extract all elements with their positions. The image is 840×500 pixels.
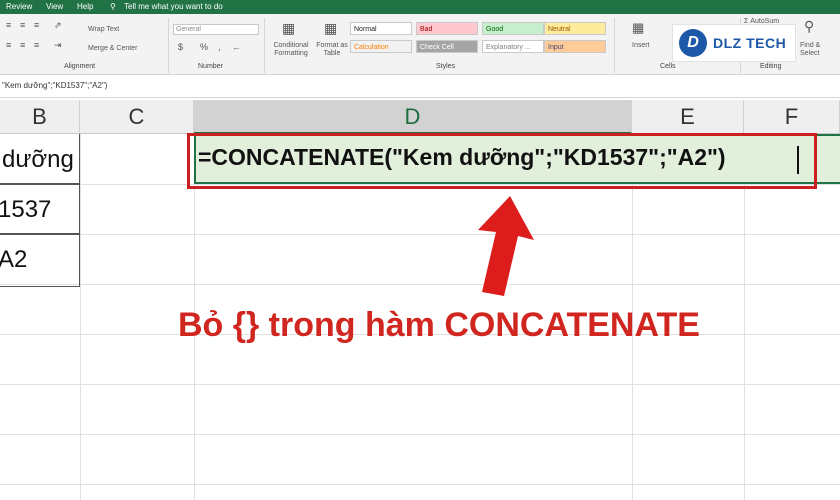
conditional-formatting-button[interactable]: Conditional Formatting [270, 42, 312, 58]
logo-text: DLZ TECH [713, 35, 787, 51]
align-right-icon[interactable]: ≡ [34, 40, 39, 50]
group-separator [168, 18, 169, 73]
group-separator [614, 18, 615, 73]
lightbulb-icon: ⚲ [110, 2, 116, 11]
grid-row-line [0, 434, 840, 435]
grid-row-line [0, 484, 840, 485]
styles-group-label: Styles [436, 63, 456, 70]
menu-help[interactable]: Help [77, 2, 93, 11]
highlight-box [187, 133, 817, 189]
cell-style-check-cell[interactable]: Check Cell [416, 40, 478, 53]
group-separator [264, 18, 265, 73]
cell-style-normal[interactable]: Normal [350, 22, 412, 35]
insert-cells-button[interactable]: Insert [632, 42, 650, 49]
align-top-icon[interactable]: ≡ [6, 20, 11, 30]
annotation-caption: Bỏ {} trong hàm CONCATENATE [178, 306, 700, 344]
logo-mark: D [679, 29, 707, 57]
column-header-d[interactable]: D [194, 100, 632, 134]
merge-center-button[interactable]: Merge & Center [88, 45, 137, 52]
column-header-f[interactable]: F [744, 100, 840, 134]
cell-b-1[interactable]: dưỡng [2, 146, 74, 174]
cell-b-2[interactable]: 1537 [0, 196, 51, 224]
orientation-icon[interactable]: ⇗ [54, 20, 62, 31]
align-center-icon[interactable]: ≡ [20, 40, 25, 50]
menu-bar: Review View Help ⚲ Tell me what you want… [0, 0, 840, 14]
alignment-group-label: Alignment [64, 63, 96, 70]
grid-row-line [0, 284, 840, 285]
number-format-dropdown[interactable]: General [173, 24, 259, 35]
conditional-formatting-icon[interactable]: ▦ [282, 20, 295, 37]
insert-cells-icon[interactable]: ▦ [632, 20, 644, 36]
cell-border [0, 233, 80, 235]
number-group-label: Number [198, 63, 223, 70]
column-header-e[interactable]: E [632, 100, 744, 134]
cell-style-good[interactable]: Good [482, 22, 544, 35]
grid-row-line [0, 234, 840, 235]
wrap-text-button[interactable]: Wrap Text [88, 26, 119, 33]
currency-icon[interactable]: $ [178, 42, 183, 52]
dlz-tech-logo: D DLZ TECH [672, 24, 796, 62]
cell-b-3[interactable]: A2 [0, 246, 27, 274]
cell-style-calculation[interactable]: Calculation [350, 40, 412, 53]
comma-style-icon[interactable]: , [218, 42, 221, 52]
column-header-c[interactable]: C [80, 100, 194, 134]
format-as-table-button[interactable]: Format as Table [314, 42, 350, 58]
column-header-b[interactable]: B [0, 100, 80, 134]
red-arrow-icon [478, 196, 534, 296]
cell-style-explanatory[interactable]: Explanatory ... [482, 40, 544, 53]
menu-view[interactable]: View [46, 2, 63, 11]
formula-bar[interactable]: "Kem dưỡng";"KD1537";"A2") [0, 76, 840, 98]
formula-bar-text: "Kem dưỡng";"KD1537";"A2") [2, 81, 108, 90]
search-icon[interactable]: ⚲ [804, 18, 814, 35]
grid-row-line [0, 384, 840, 385]
cell-style-bad[interactable]: Bad [416, 22, 478, 35]
grid-column-line [80, 134, 81, 500]
tell-me-search[interactable]: Tell me what you want to do [124, 2, 223, 11]
cell-border [0, 183, 80, 185]
indent-icon[interactable]: ⇥ [54, 40, 62, 51]
find-select-button[interactable]: Find & Select [800, 42, 830, 58]
decimal-icon[interactable]: ← [232, 42, 241, 52]
editing-group-label: Editing [760, 63, 782, 70]
cell-style-input[interactable]: Input [544, 40, 606, 53]
format-as-table-icon[interactable]: ▦ [324, 20, 337, 37]
cell-style-neutral[interactable]: Neutral [544, 22, 606, 35]
cells-group-label: Cells [660, 63, 676, 70]
align-bottom-icon[interactable]: ≡ [34, 20, 39, 30]
percent-icon[interactable]: % [200, 42, 208, 52]
align-left-icon[interactable]: ≡ [6, 40, 11, 50]
align-middle-icon[interactable]: ≡ [20, 20, 25, 30]
menu-review[interactable]: Review [6, 2, 32, 11]
